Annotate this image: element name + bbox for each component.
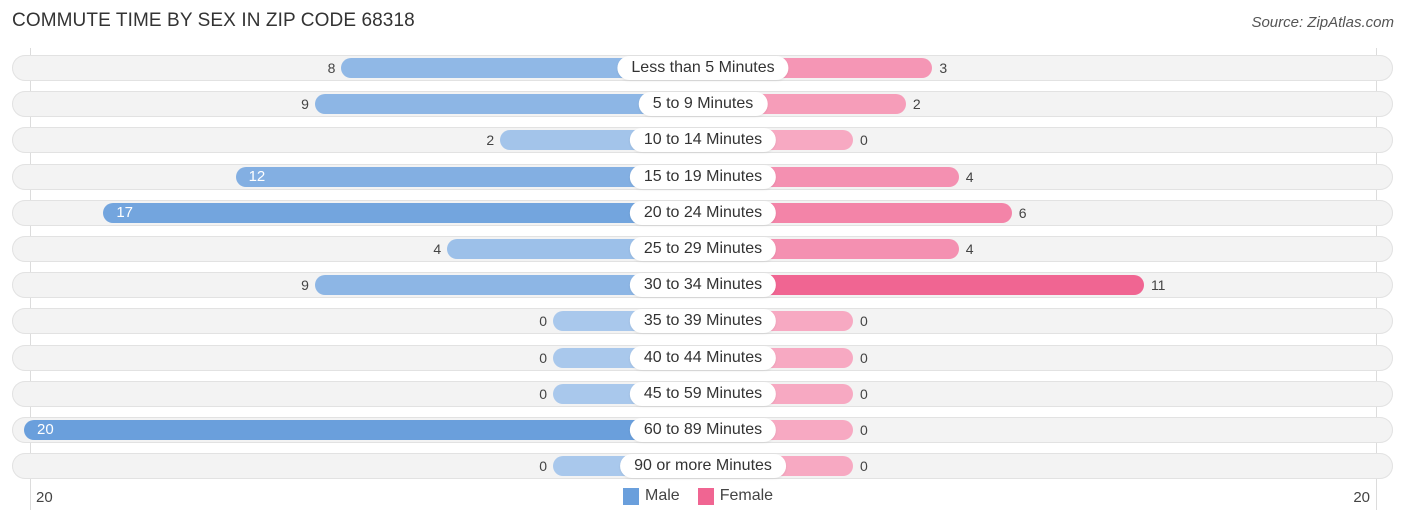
value-label-female: 0: [860, 458, 868, 475]
value-label-male: 0: [539, 385, 547, 402]
category-label: 90 or more Minutes: [620, 454, 786, 479]
value-label-male: 9: [301, 277, 309, 294]
value-label-female: 0: [860, 422, 868, 438]
value-label-male: 8: [327, 60, 336, 76]
legend-swatch-female: [697, 487, 714, 505]
axis-label-left: 20: [36, 489, 53, 506]
legend-item-female[interactable]: Female: [697, 487, 774, 505]
category-label: 30 to 34 Minutes: [629, 273, 777, 298]
chart-area: 8 3 Less than 5 Minutes 9 2 5 to 9 Minutes 2 0 1…: [0, 0, 1406, 522]
value-label-male: 4: [433, 241, 442, 257]
value-label-female: 4: [965, 168, 974, 185]
legend-label-female: Female: [719, 487, 774, 504]
category-label: Less than 5 Minutes: [617, 56, 789, 80]
value-label-male: 0: [539, 313, 547, 330]
category-label: 5 to 9 Minutes: [638, 92, 768, 117]
value-label-female: 0: [860, 349, 868, 366]
value-label-male: 12: [248, 167, 266, 185]
value-label-male: 17: [116, 203, 134, 221]
category-label: 20 to 24 Minutes: [629, 200, 777, 225]
value-label-female: 3: [939, 60, 948, 76]
value-label-female: 0: [860, 313, 868, 330]
value-label-male: 20: [37, 421, 54, 438]
category-label: 25 to 29 Minutes: [629, 237, 777, 261]
legend: Male Female: [623, 487, 783, 505]
bar-male[interactable]: [24, 420, 703, 440]
value-label-female: 2: [912, 96, 921, 113]
value-label-male: 0: [539, 349, 547, 366]
category-label: 15 to 19 Minutes: [629, 164, 777, 189]
value-label-female: 0: [860, 385, 868, 402]
legend-item-male[interactable]: Male: [623, 487, 680, 505]
value-label-female: 0: [860, 132, 868, 149]
value-label-male: 9: [301, 96, 309, 113]
category-label: 10 to 14 Minutes: [629, 128, 777, 153]
value-label-female: 4: [965, 241, 974, 257]
category-label: 40 to 44 Minutes: [629, 345, 777, 370]
value-label-female: 6: [1018, 204, 1027, 221]
value-label-female: 11: [1150, 277, 1166, 294]
legend-label-male: Male: [645, 487, 680, 504]
legend-swatch-male: [623, 487, 639, 505]
category-label: 45 to 59 Minutes: [629, 381, 777, 406]
bar-male[interactable]: [103, 202, 703, 223]
value-label-male: 2: [486, 132, 495, 149]
category-label: 35 to 39 Minutes: [629, 309, 777, 334]
category-label: 60 to 89 Minutes: [629, 418, 777, 442]
axis-label-right: 20: [1353, 489, 1370, 506]
value-label-male: 0: [539, 458, 547, 475]
